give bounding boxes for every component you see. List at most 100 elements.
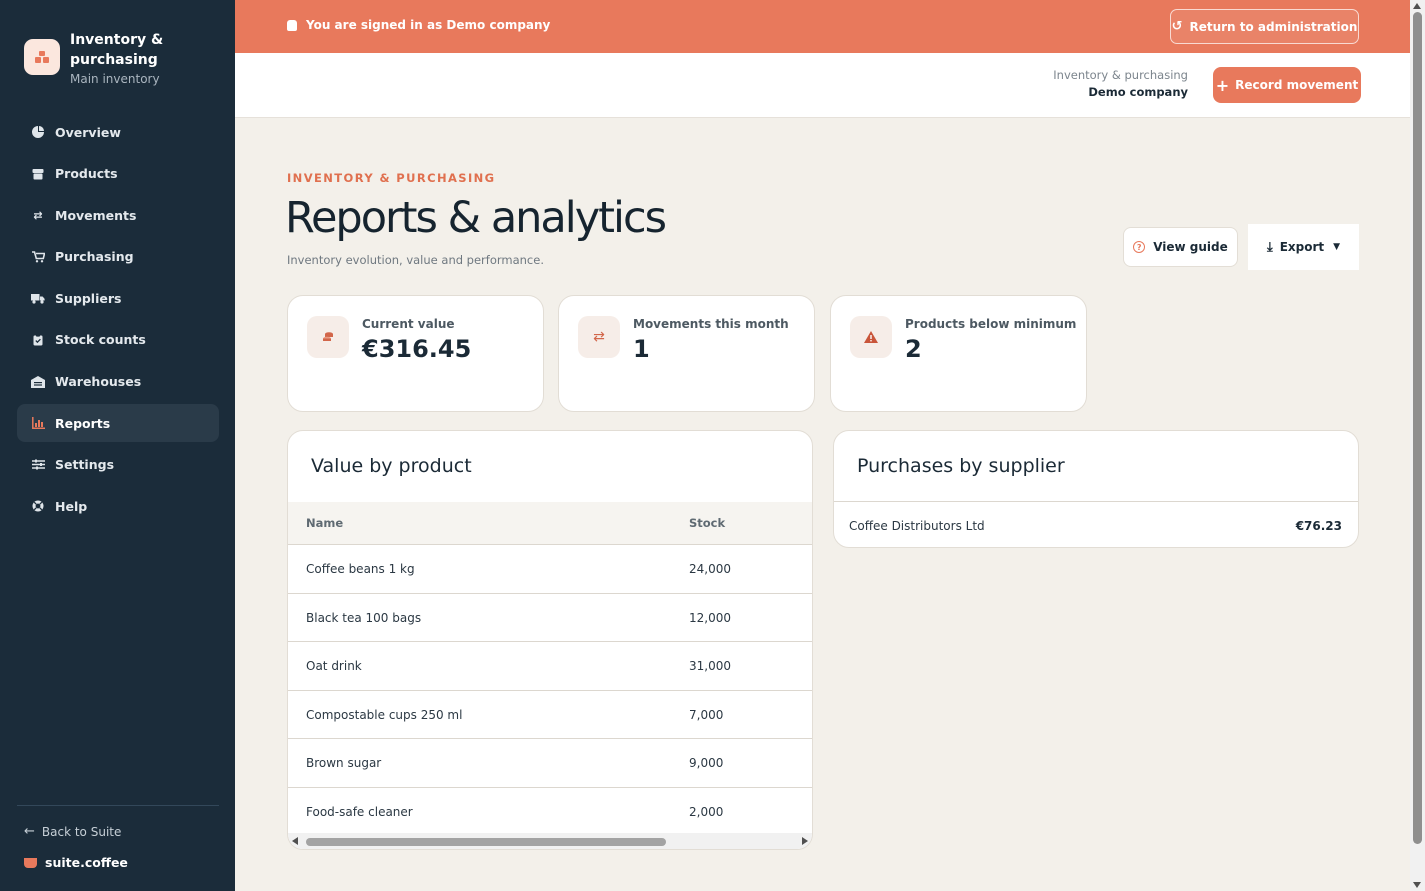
vertical-scrollbar[interactable] bbox=[1410, 0, 1425, 891]
purchases-by-supplier-card: Purchases by supplier Coffee Distributor… bbox=[833, 430, 1359, 548]
scroll-left-arrow-icon[interactable] bbox=[292, 837, 298, 845]
top-header: Inventory & purchasing Demo company + Re… bbox=[235, 53, 1410, 118]
sidebar-item-stock-counts[interactable]: Stock counts bbox=[17, 321, 219, 359]
kpi-value: 2 bbox=[905, 335, 922, 363]
cell-stock: 24,000 bbox=[689, 562, 731, 576]
table-row[interactable]: Brown sugar 9,000 bbox=[288, 739, 812, 788]
sidebar-item-purchasing[interactable]: Purchasing bbox=[17, 238, 219, 276]
column-header-stock[interactable]: Stock bbox=[689, 516, 725, 530]
cell-name: Black tea 100 bags bbox=[306, 610, 422, 625]
header-context-module: Inventory & purchasing bbox=[1053, 68, 1188, 82]
scrollbar-thumb[interactable] bbox=[306, 838, 666, 846]
return-to-administration-button[interactable]: ↺ Return to administration bbox=[1170, 9, 1359, 44]
sidebar-item-label: Settings bbox=[55, 457, 115, 473]
table-row[interactable]: Oat drink 31,000 bbox=[288, 642, 812, 691]
chevron-down-icon: ▼ bbox=[1333, 242, 1341, 252]
sidebar-item-label: Suppliers bbox=[55, 290, 122, 306]
brand-subtitle: Main inventory bbox=[70, 72, 160, 86]
cell-stock: 12,000 bbox=[689, 610, 731, 625]
cart-icon bbox=[31, 250, 45, 264]
suite-logo[interactable]: suite.coffee bbox=[24, 855, 128, 870]
sidebar-item-label: Reports bbox=[55, 415, 111, 431]
table-row[interactable]: Coffee beans 1 kg 24,000 bbox=[288, 545, 812, 594]
export-dropdown-button[interactable]: ⤓ Export ▼ bbox=[1248, 224, 1359, 270]
kpi-label: Movements this month bbox=[633, 317, 789, 331]
record-movement-button[interactable]: + Record movement bbox=[1213, 67, 1361, 103]
page-title: Reports & analytics bbox=[285, 193, 667, 243]
value-by-product-card: Value by product Name Stock Coffee beans… bbox=[287, 430, 813, 850]
kpi-label: Products below minimum bbox=[905, 317, 1077, 331]
sidebar-item-label: Overview bbox=[55, 124, 121, 140]
table-row[interactable]: Black tea 100 bags 12,000 bbox=[288, 594, 812, 642]
sidebar-item-products[interactable]: Products bbox=[17, 155, 219, 193]
card-divider bbox=[834, 501, 1358, 502]
cell-stock: 31,000 bbox=[689, 659, 731, 673]
impersonation-banner: You are signed in as Demo company ↺ Retu… bbox=[235, 0, 1410, 53]
supplier-value: €76.23 bbox=[1295, 519, 1342, 533]
sidebar-item-overview[interactable]: Overview bbox=[17, 113, 219, 151]
card-title: Purchases by supplier bbox=[857, 455, 1065, 477]
warning-icon bbox=[850, 316, 892, 358]
kpi-movements-month: ⇄ Movements this month 1 bbox=[558, 295, 815, 412]
undo-icon: ↺ bbox=[1171, 19, 1183, 34]
column-header-name[interactable]: Name bbox=[306, 516, 343, 530]
sidebar-item-movements[interactable]: ⇄ Movements bbox=[17, 196, 219, 234]
card-title: Value by product bbox=[311, 455, 472, 477]
supplier-name: Coffee Distributors Ltd bbox=[849, 519, 985, 533]
back-to-suite-label: Back to Suite bbox=[41, 824, 122, 839]
list-item[interactable]: Coffee Distributors Ltd €76.23 bbox=[834, 503, 1358, 547]
pie-chart-icon bbox=[31, 125, 45, 139]
export-label: Export bbox=[1279, 240, 1325, 254]
brand-logo-icon bbox=[24, 39, 60, 75]
box-icon bbox=[31, 167, 45, 181]
warehouse-icon bbox=[31, 375, 45, 389]
cell-stock: 7,000 bbox=[689, 707, 724, 722]
banner-text: You are signed in as Demo company bbox=[306, 18, 551, 32]
sidebar-item-reports[interactable]: Reports bbox=[17, 404, 219, 443]
question-circle-icon: ? bbox=[1133, 241, 1146, 253]
header-context-company: Demo company bbox=[1088, 85, 1188, 99]
clipboard-icon bbox=[31, 333, 45, 347]
sidebar-item-label: Movements bbox=[55, 207, 137, 223]
cell-name: Oat drink bbox=[306, 659, 362, 673]
back-to-suite-link[interactable]: ← Back to Suite bbox=[24, 824, 121, 839]
table-row[interactable]: Food-safe cleaner 2,000 bbox=[288, 788, 812, 837]
sidebar-nav: Overview Products ⇄ Movements Purchasing… bbox=[17, 113, 219, 529]
scroll-up-arrow-icon[interactable] bbox=[1413, 3, 1421, 9]
cell-name: Food-safe cleaner bbox=[306, 804, 413, 819]
sidebar-item-label: Products bbox=[55, 166, 118, 182]
kpi-value: €316.45 bbox=[362, 335, 472, 363]
kpi-label: Current value bbox=[362, 317, 455, 331]
sliders-icon bbox=[31, 458, 45, 472]
sidebar-item-warehouses[interactable]: Warehouses bbox=[17, 363, 219, 401]
header-context: Inventory & purchasing Demo company bbox=[1053, 68, 1188, 99]
view-guide-label: View guide bbox=[1153, 240, 1228, 254]
sidebar-item-settings[interactable]: Settings bbox=[17, 446, 219, 484]
view-guide-button[interactable]: ? View guide bbox=[1123, 227, 1238, 267]
suite-logo-label: suite.coffee bbox=[45, 855, 128, 870]
horizontal-scrollbar[interactable] bbox=[288, 833, 812, 849]
sidebar: Inventory & purchasing Main inventory Ov… bbox=[0, 0, 235, 891]
sidebar-item-suppliers[interactable]: Suppliers bbox=[17, 279, 219, 317]
sidebar-item-help[interactable]: Help bbox=[17, 487, 219, 525]
scroll-down-arrow-icon[interactable] bbox=[1413, 882, 1421, 888]
swap-arrows-icon: ⇄ bbox=[578, 316, 620, 358]
page-eyebrow: INVENTORY & PURCHASING bbox=[287, 171, 496, 185]
kpi-current-value: Current value €316.45 bbox=[287, 295, 544, 412]
coffee-cup-icon bbox=[24, 857, 37, 868]
table-row[interactable]: Compostable cups 250 ml 7,000 bbox=[288, 691, 812, 739]
bar-chart-icon bbox=[31, 416, 45, 430]
brand[interactable]: Inventory & purchasing Main inventory bbox=[24, 30, 180, 86]
sidebar-item-label: Stock counts bbox=[55, 332, 146, 348]
sidebar-item-label: Warehouses bbox=[55, 374, 142, 390]
scroll-right-arrow-icon[interactable] bbox=[802, 837, 808, 845]
brand-title: Inventory & purchasing bbox=[70, 32, 164, 68]
sidebar-item-label: Help bbox=[55, 498, 88, 514]
plus-icon: + bbox=[1215, 75, 1230, 95]
cell-stock: 2,000 bbox=[689, 804, 724, 819]
user-lock-icon bbox=[287, 19, 297, 31]
record-movement-label: Record movement bbox=[1235, 78, 1359, 92]
cell-name: Coffee beans 1 kg bbox=[306, 562, 415, 576]
swap-arrows-icon: ⇄ bbox=[33, 208, 43, 222]
scrollbar-thumb[interactable] bbox=[1413, 12, 1422, 844]
